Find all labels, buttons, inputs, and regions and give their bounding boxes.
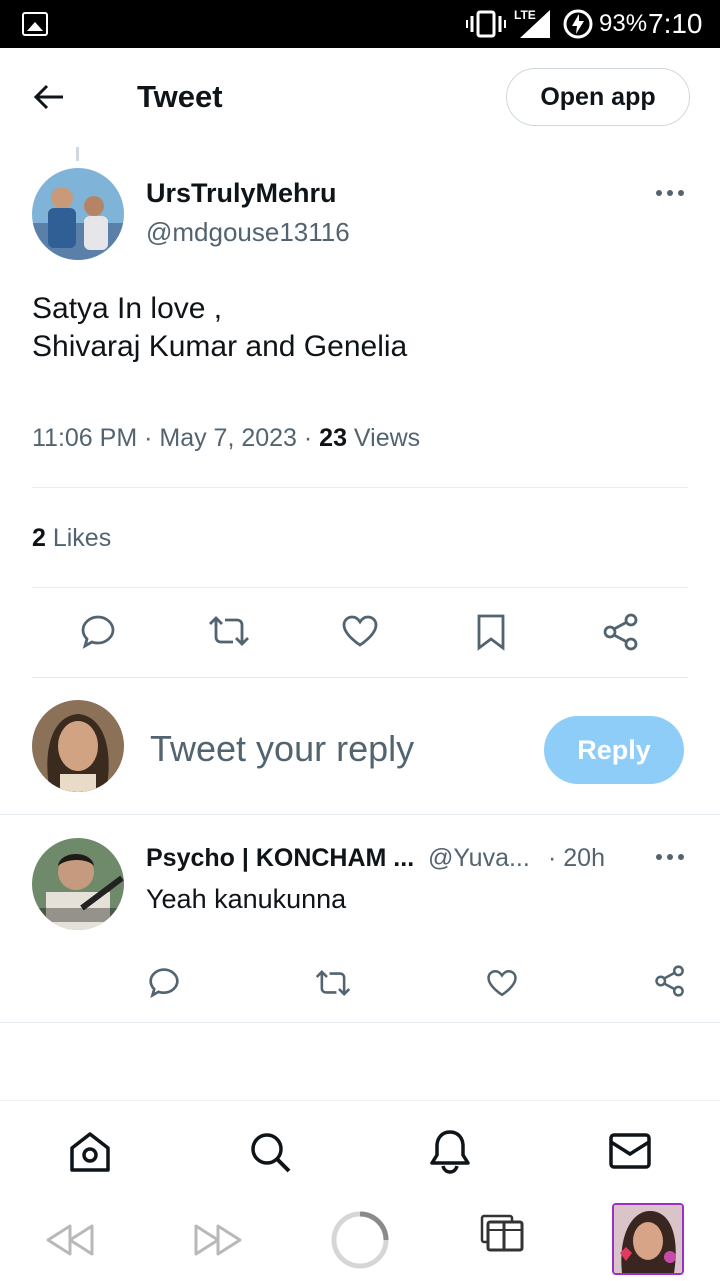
reply-age: · 20h (548, 844, 605, 872)
likes-stat[interactable]: 2 Likes (32, 524, 111, 553)
signal-icon (520, 10, 550, 38)
reply-author-handle[interactable]: @Yuva... (428, 844, 530, 873)
bookmark-icon[interactable] (476, 613, 506, 651)
tweet-meta: 11:06 PM · May 7, 2023 · 23 Views (32, 424, 420, 453)
page-title: Tweet (137, 79, 223, 114)
reply-retweet-icon[interactable] (315, 968, 351, 998)
author-handle[interactable]: @mdgouse13116 (146, 217, 350, 248)
gallery-notification-icon (22, 12, 48, 36)
thread-line (76, 147, 79, 161)
tweet-timestamp[interactable]: 11:06 PM · May 7, 2023 · (32, 424, 319, 452)
rewind-icon[interactable] (46, 1222, 96, 1258)
reply-author-name[interactable]: Psycho | KONCHAM ... (146, 844, 414, 873)
divider (0, 1022, 720, 1023)
likes-count: 2 (32, 524, 46, 552)
reply-button[interactable]: Reply (544, 716, 684, 784)
divider (0, 814, 720, 815)
notifications-icon[interactable] (428, 1128, 472, 1174)
tweet-text-line-2: Shivaraj Kumar and Genelia (32, 330, 408, 363)
divider (32, 487, 688, 488)
back-arrow-icon[interactable] (33, 81, 65, 113)
reply-author-avatar[interactable] (32, 838, 124, 930)
share-icon[interactable] (602, 612, 640, 652)
divider (32, 587, 688, 588)
search-icon[interactable] (248, 1130, 292, 1174)
like-icon[interactable] (341, 614, 379, 648)
reply-share-icon[interactable] (654, 964, 686, 998)
battery-charging-icon (562, 8, 594, 40)
reply-text: Yeah kanukunna (146, 884, 347, 914)
divider (32, 677, 688, 678)
reply-like-icon[interactable] (486, 968, 518, 998)
loading-icon[interactable] (330, 1210, 390, 1270)
reply-more-icon[interactable] (655, 852, 685, 862)
current-user-avatar[interactable] (32, 700, 124, 792)
messages-icon[interactable] (608, 1132, 652, 1170)
fast-forward-icon[interactable] (192, 1222, 242, 1258)
battery-percent: 93% (599, 10, 648, 37)
author-avatar[interactable] (32, 168, 124, 260)
tabs-icon[interactable] (480, 1214, 526, 1254)
views-count: 23 (319, 424, 347, 452)
retweet-icon[interactable] (208, 614, 250, 648)
tweet-text-line-1: Satya In love , (32, 292, 223, 325)
views-label: Views (346, 424, 421, 452)
likes-label: Likes (45, 524, 112, 552)
vibrate-icon (466, 10, 506, 38)
more-icon[interactable] (655, 188, 685, 198)
reply-input[interactable]: Tweet your reply (150, 728, 414, 770)
reply-reply-icon[interactable] (148, 966, 180, 998)
profile-thumbnail[interactable] (612, 1203, 684, 1275)
reply-icon[interactable] (80, 613, 116, 649)
clock: 7:10 (648, 8, 703, 39)
home-icon[interactable] (68, 1130, 112, 1174)
author-name[interactable]: UrsTrulyMehru (146, 178, 337, 209)
open-app-button[interactable]: Open app (506, 68, 690, 126)
